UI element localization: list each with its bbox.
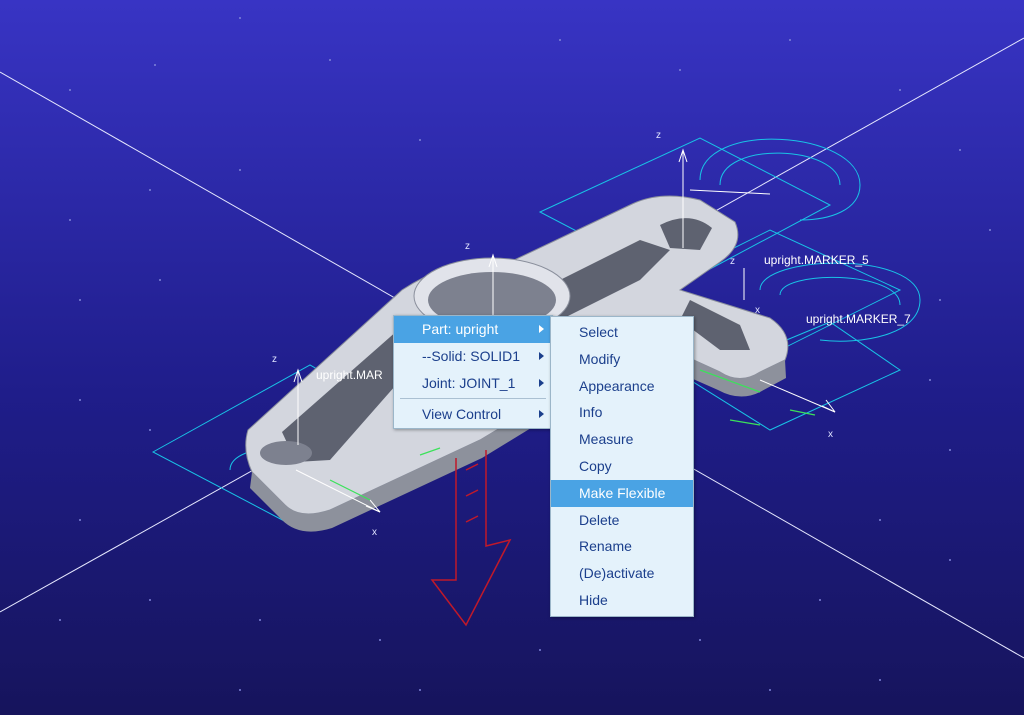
- submenu-item-rename[interactable]: Rename: [551, 533, 693, 560]
- axis-z-label: z: [465, 241, 470, 252]
- axis-z-label: z: [656, 130, 661, 141]
- menu-item-label: Joint: JOINT_1: [422, 374, 516, 391]
- menu-item-label: --Solid: SOLID1: [422, 347, 521, 364]
- marker-left-label: upright.MAR: [316, 368, 383, 382]
- axis-x-label: x: [372, 527, 377, 538]
- submenu-item-delete[interactable]: Delete: [551, 507, 693, 534]
- submenu-arrow-icon: [539, 410, 544, 419]
- axis-z-label: z: [272, 354, 277, 365]
- part-submenu: Select Modify Appearance Info Measure Co…: [550, 316, 694, 617]
- axis-x-label: x: [755, 305, 760, 316]
- submenu-arrow-icon: [539, 325, 544, 333]
- 3d-viewport[interactable]: z z z z x x x upright.MARKER_5 upright.M…: [0, 0, 1024, 715]
- marker-7-label: upright.MARKER_7: [806, 312, 911, 326]
- submenu-item-appearance[interactable]: Appearance: [551, 373, 693, 400]
- force-arrow: [430, 450, 512, 627]
- axis-z-label: z: [730, 256, 735, 267]
- submenu-item-select[interactable]: Select: [551, 319, 693, 346]
- marker-5-label: upright.MARKER_5: [764, 253, 869, 267]
- menu-separator: [400, 398, 546, 400]
- menu-item-part[interactable]: Part: upright: [394, 316, 552, 343]
- submenu-arrow-icon: [539, 351, 544, 360]
- submenu-item-measure[interactable]: Measure: [551, 426, 693, 453]
- submenu-arrow-icon: [539, 378, 544, 387]
- axis-x-label: x: [828, 429, 833, 440]
- submenu-item-deactivate[interactable]: (De)activate: [551, 560, 693, 587]
- submenu-item-hide[interactable]: Hide: [551, 587, 693, 614]
- menu-item-solid[interactable]: --Solid: SOLID1: [394, 343, 552, 370]
- submenu-item-copy[interactable]: Copy: [551, 453, 693, 480]
- menu-item-view-control[interactable]: View Control: [394, 401, 552, 428]
- menu-item-joint[interactable]: Joint: JOINT_1: [394, 370, 552, 397]
- context-menu: Part: upright --Solid: SOLID1 Joint: JOI…: [393, 315, 553, 430]
- menu-item-label: View Control: [422, 406, 502, 423]
- submenu-item-info[interactable]: Info: [551, 399, 693, 426]
- submenu-item-modify[interactable]: Modify: [551, 346, 693, 373]
- submenu-item-make-flexible[interactable]: Make Flexible: [551, 479, 693, 507]
- menu-item-label: Part: upright: [422, 321, 499, 337]
